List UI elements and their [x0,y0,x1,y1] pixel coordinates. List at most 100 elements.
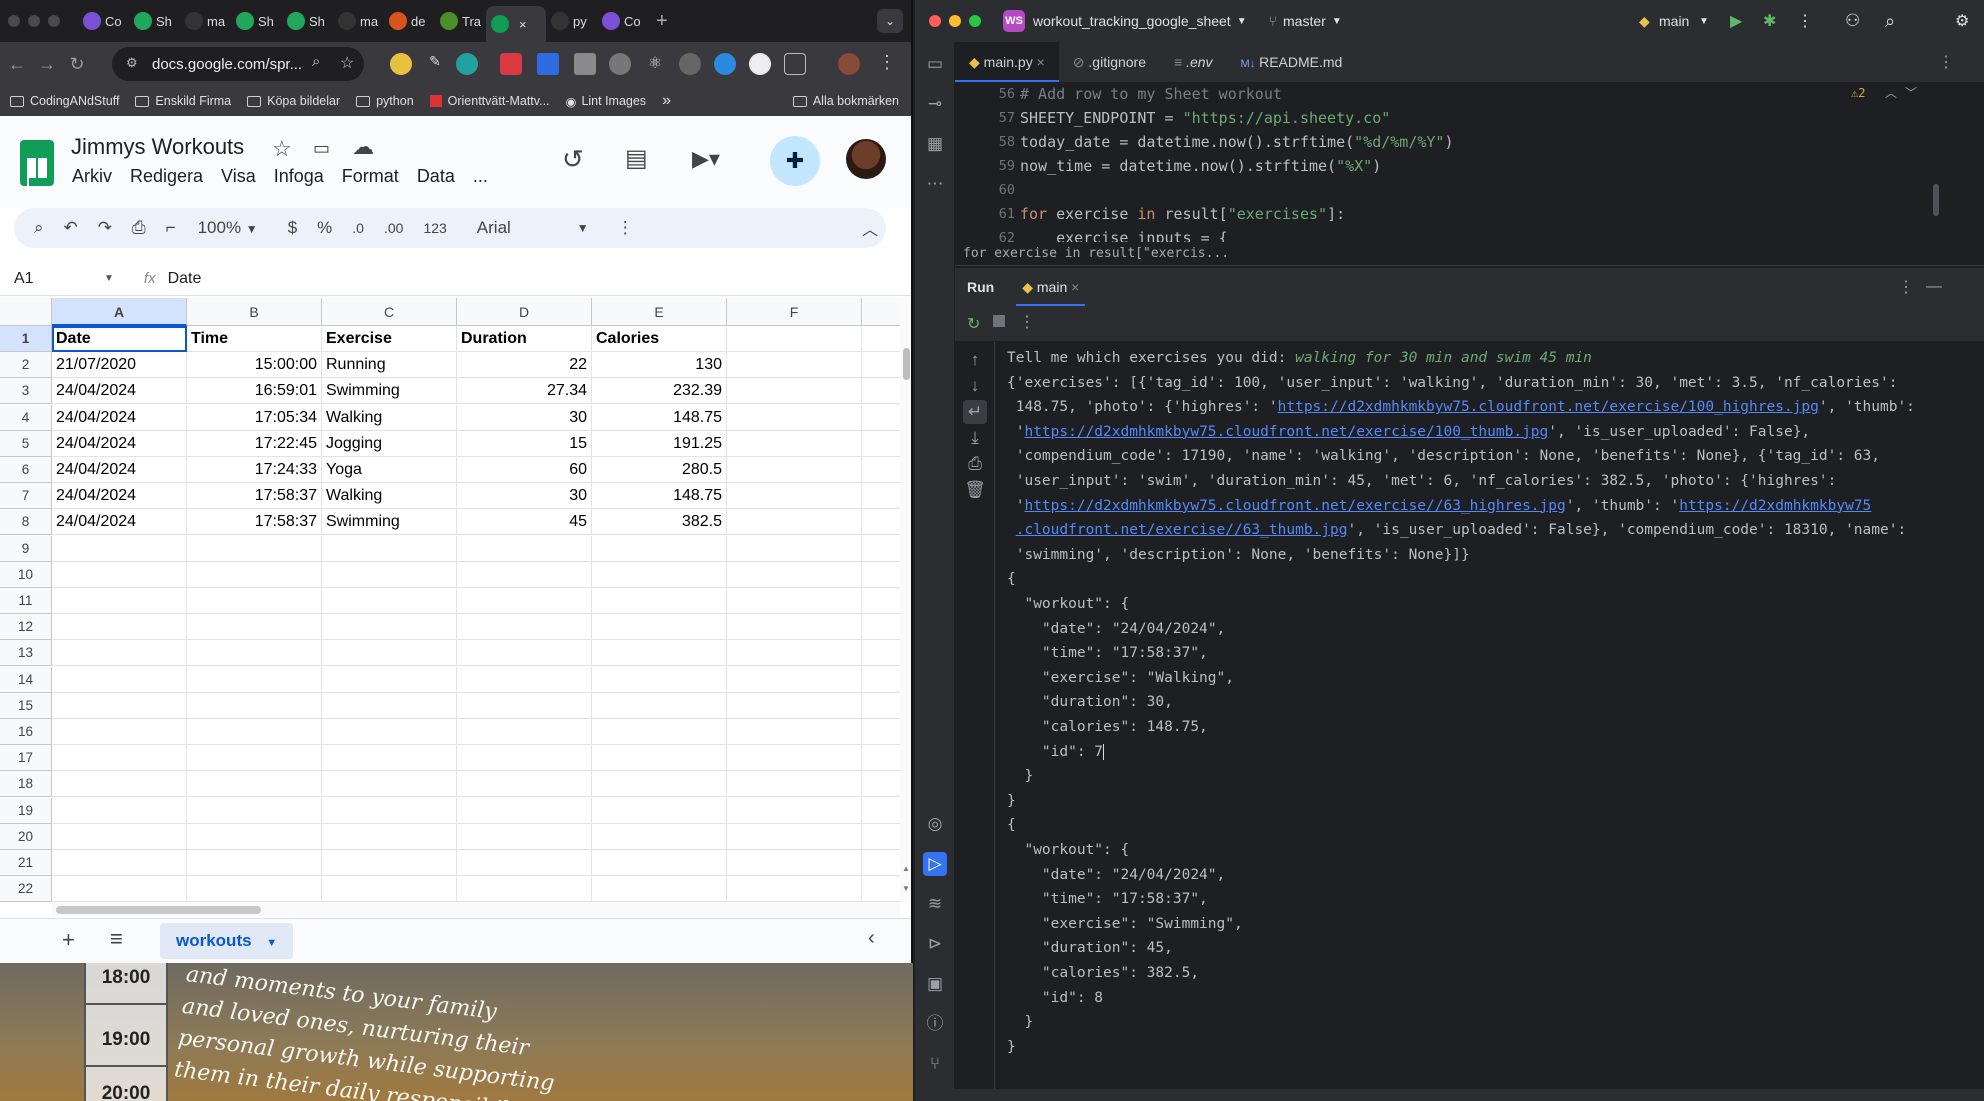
close-tab-icon[interactable]: × [1037,54,1045,70]
scroll-up-icon[interactable]: ↑ [963,348,987,372]
back-icon[interactable]: ← [2,54,32,75]
table-cell[interactable] [592,719,727,745]
scroll-down-icon[interactable]: ▼ [902,884,910,893]
table-cell[interactable] [727,404,862,431]
table-cell[interactable] [592,797,727,824]
table-cell[interactable] [727,666,862,693]
table-cell[interactable] [322,692,457,719]
bookmarks-more-icon[interactable]: » [662,92,671,110]
extension-icon[interactable] [574,53,596,75]
row-header[interactable]: 7 [0,483,52,510]
table-cell[interactable] [187,876,322,902]
scroll-up-icon[interactable]: ▲ [902,864,910,873]
table-cell[interactable] [322,850,457,876]
table-cell[interactable] [52,640,187,667]
table-cell[interactable] [727,850,862,876]
formula-input[interactable]: Date [168,270,202,288]
header-cell[interactable]: Duration [457,326,592,352]
table-cell[interactable] [457,850,592,876]
row-header[interactable]: 8 [0,509,52,536]
python-console-icon[interactable]: ◎ [923,812,947,836]
table-cell[interactable] [187,614,322,641]
table-cell[interactable] [592,535,727,562]
table-cell[interactable] [187,640,322,667]
extension-icon[interactable] [390,53,412,75]
column-header[interactable]: D [457,298,592,326]
table-cell[interactable] [52,614,187,641]
table-cell[interactable] [52,797,187,824]
table-cell[interactable]: 232.39 [592,378,727,405]
table-cell[interactable] [52,745,187,772]
table-cell[interactable]: 24/04/2024 [52,404,187,431]
column-header[interactable]: A [52,298,187,326]
table-cell[interactable] [322,535,457,562]
more-tools-icon[interactable]: ⋮ [617,218,634,238]
browser-tab[interactable]: ma [180,6,231,36]
prev-highlight-icon[interactable]: ︿ [1885,84,1897,101]
console-link[interactable]: https://d2xdmhkmkbyw75.cloudfront.net/ex… [1024,498,1565,514]
table-cell[interactable]: 22 [457,352,592,379]
table-cell[interactable] [592,614,727,641]
table-cell[interactable]: 130 [592,352,727,379]
bookmark-item[interactable]: python [356,94,414,108]
chevron-down-icon[interactable]: ▼ [1699,16,1709,27]
chevron-down-icon[interactable]: ▼ [577,221,589,235]
version-history-icon[interactable]: ↺ [562,144,584,175]
table-cell[interactable] [727,483,862,510]
column-header[interactable]: B [187,298,322,326]
extension-icon[interactable] [679,53,701,75]
table-cell[interactable]: 24/04/2024 [52,378,187,405]
table-cell[interactable] [322,771,457,798]
editor-breadcrumb[interactable]: for exercise in result["exercis... [955,242,1984,266]
problems-icon[interactable]: ⓘ [923,1012,947,1036]
table-cell[interactable] [457,535,592,562]
all-bookmarks[interactable]: Alla bokmärken [792,94,899,108]
document-title[interactable]: Jimmys Workouts [71,134,244,160]
row-header[interactable]: 9 [0,535,52,562]
table-cell[interactable] [727,640,862,667]
menu-item[interactable]: Arkiv [72,166,112,187]
header-cell[interactable]: Time [187,326,322,352]
table-cell[interactable] [727,745,862,772]
table-cell[interactable] [727,823,862,850]
table-cell[interactable]: Walking [322,404,457,431]
table-cell[interactable] [457,771,592,798]
scroll-down-icon[interactable]: ↓ [963,374,987,398]
row-header[interactable]: 10 [0,561,52,588]
table-cell[interactable] [457,666,592,693]
column-header[interactable]: F [727,298,862,326]
row-header[interactable]: 19 [0,797,52,824]
table-cell[interactable] [457,692,592,719]
table-cell[interactable] [187,692,322,719]
table-cell[interactable] [592,745,727,772]
row-header[interactable]: 14 [0,666,52,693]
row-header[interactable]: 11 [0,588,52,614]
browser-tab[interactable]: Tra [435,6,486,36]
table-cell[interactable] [322,561,457,588]
table-cell[interactable] [727,326,862,352]
row-header[interactable]: 6 [0,457,52,483]
browser-tab[interactable]: Co [597,6,648,36]
console-link[interactable]: https://d2xdmhkmkbyw75 [1679,498,1871,514]
table-cell[interactable]: 24/04/2024 [52,457,187,483]
stop-icon[interactable] [993,315,1005,327]
project-folder-icon[interactable]: ▭ [923,52,947,76]
menu-item[interactable]: Redigera [130,166,203,187]
table-cell[interactable] [52,692,187,719]
warning-icon[interactable]: ⚠2 [1851,86,1865,100]
zoom-lens-icon[interactable]: ⌕ [312,53,320,70]
project-name[interactable]: workout_tracking_google_sheet [1033,13,1231,29]
cloud-status-icon[interactable]: ☁ [352,134,374,160]
next-highlight-icon[interactable]: ﹀ [1905,84,1917,101]
browser-tab[interactable]: py [546,6,597,36]
bookmark-item[interactable]: CodingANdStuff [10,94,119,108]
row-header[interactable]: 17 [0,745,52,772]
table-cell[interactable]: 17:05:34 [187,404,322,431]
collapse-toolbar-icon[interactable]: ︿ [862,216,878,240]
meet-icon[interactable]: ▶▾ [692,146,720,172]
row-header[interactable]: 15 [0,692,52,719]
settings-gear-icon[interactable]: ⚙ [1955,11,1969,31]
table-cell[interactable]: Walking [322,483,457,510]
table-cell[interactable]: 148.75 [592,404,727,431]
print-icon[interactable]: ⎙ [963,452,987,476]
